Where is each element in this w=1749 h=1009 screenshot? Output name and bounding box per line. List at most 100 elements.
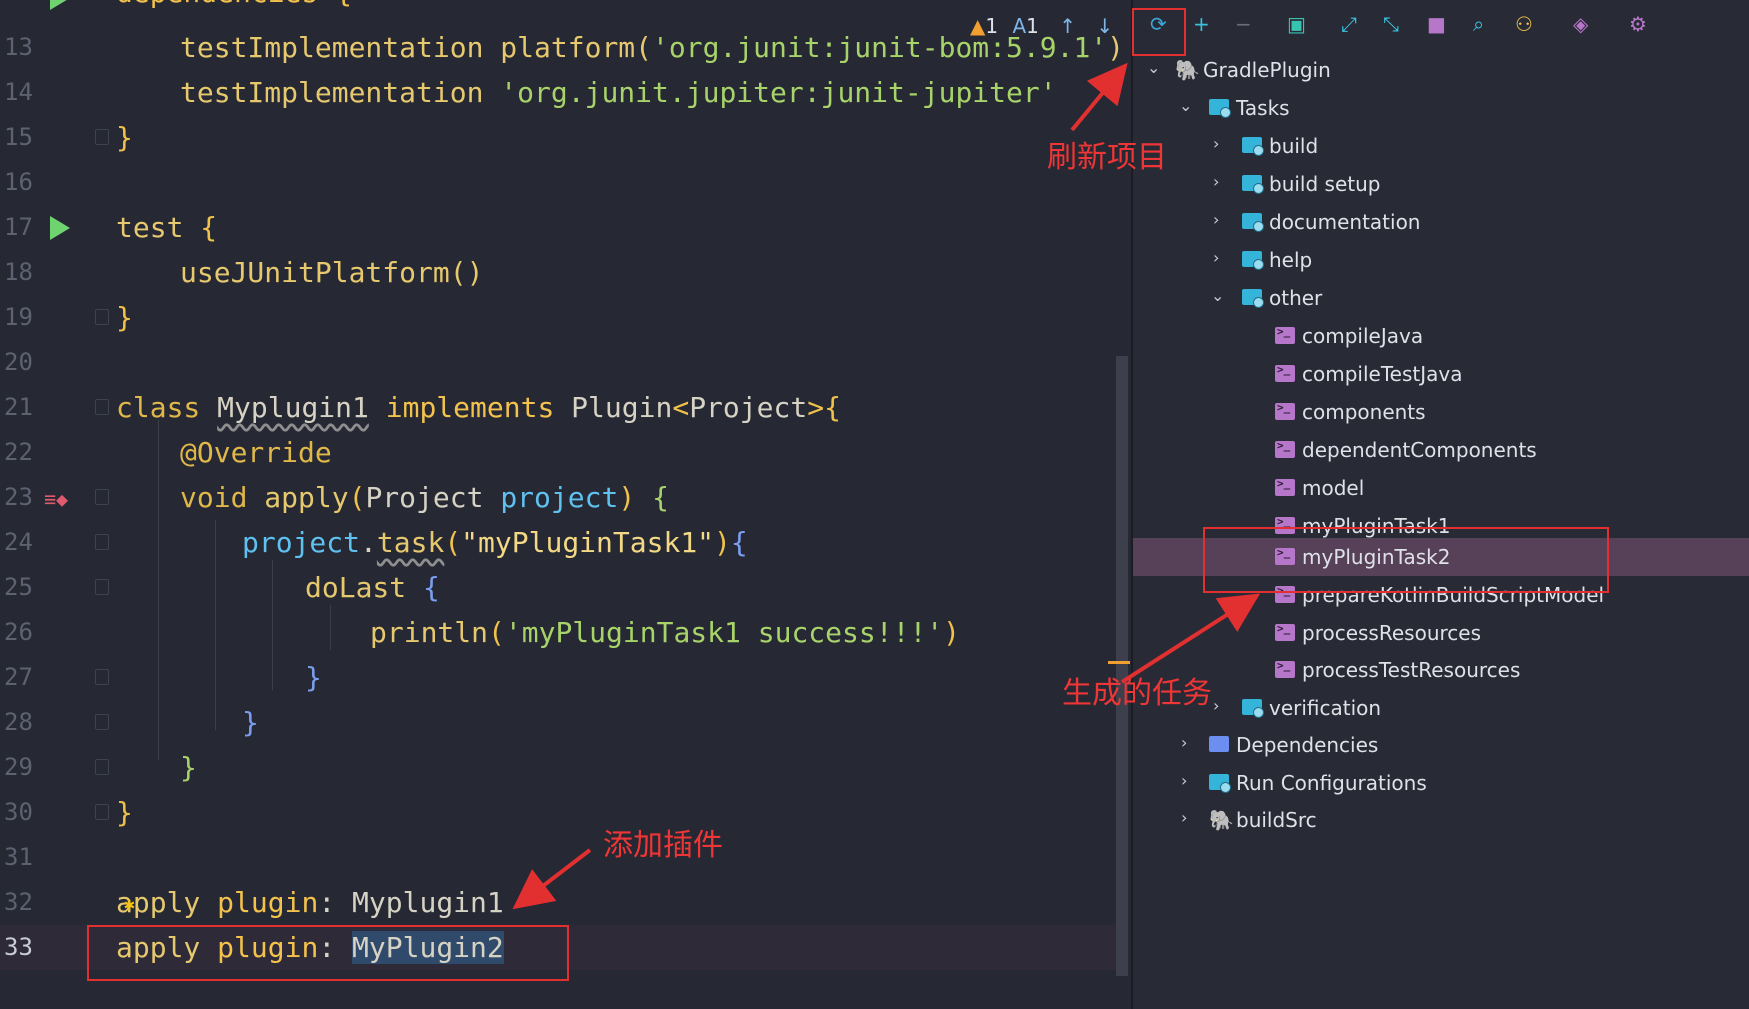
annotation-add-plugin: 添加插件	[603, 828, 723, 863]
execute-task-icon[interactable]: ▣	[1287, 12, 1306, 36]
chevron-down-icon[interactable]: ⌄	[1179, 96, 1192, 115]
task-item[interactable]: processResources	[1133, 615, 1749, 652]
remove-icon[interactable]: −	[1235, 12, 1252, 36]
code-text: doLast {	[305, 571, 440, 604]
code-text: void apply(Project project) {	[180, 481, 669, 514]
chevron-right-icon[interactable]: ›	[1213, 134, 1219, 153]
fold-marker[interactable]	[95, 669, 109, 685]
chevron-right-icon[interactable]: ›	[1213, 210, 1219, 229]
task-item[interactable]: compileTestJava	[1133, 356, 1749, 393]
add-icon[interactable]: +	[1193, 12, 1210, 36]
highlight-task-box	[1203, 527, 1609, 593]
code-text: }	[116, 301, 133, 334]
code-line[interactable]: 24 project.task("myPluginTask1"){	[0, 520, 1118, 565]
fold-marker[interactable]	[95, 309, 109, 325]
code-line[interactable]: 32 apply plugin: Myplugin1 ✱	[0, 880, 1118, 925]
code-line-12[interactable]: dependencies {	[0, 0, 1118, 15]
chevron-right-icon[interactable]: ›	[1213, 172, 1219, 191]
run-gutter-icon[interactable]	[50, 216, 70, 240]
code-line[interactable]: 22 @Override	[0, 430, 1118, 475]
fold-marker[interactable]	[95, 759, 109, 775]
tree-item-tasks[interactable]: ⌄ Tasks	[1133, 90, 1749, 127]
run-gutter-icon[interactable]	[50, 0, 70, 10]
code-line[interactable]: 31	[0, 835, 1118, 880]
code-text: }	[116, 121, 133, 154]
code-line[interactable]: 18 useJUnitPlatform()	[0, 250, 1118, 295]
implements-method-icon[interactable]: ≡◆	[44, 487, 68, 511]
fold-marker[interactable]	[95, 534, 109, 550]
task-icon	[1275, 659, 1295, 678]
editor-scrollbar[interactable]	[1116, 356, 1128, 976]
code-line[interactable]: 25 doLast {	[0, 565, 1118, 610]
code-line[interactable]: 23 ≡◆ void apply(Project project) {	[0, 475, 1118, 520]
tree-label: compileJava	[1302, 324, 1424, 348]
fold-marker[interactable]	[95, 129, 109, 145]
tree-item-buildsrc[interactable]: › 🐘 buildSrc	[1133, 802, 1749, 839]
arrow-down-icon[interactable]: ↓	[1096, 14, 1113, 38]
task-item[interactable]: components	[1133, 394, 1749, 431]
chevron-right-icon[interactable]: ›	[1213, 248, 1219, 267]
fold-marker[interactable]	[95, 399, 109, 415]
code-line[interactable]: 19 }	[0, 295, 1118, 340]
typo-count: 1	[1026, 14, 1039, 38]
tree-item-other[interactable]: ⌄ other	[1133, 280, 1749, 317]
chevron-down-icon[interactable]: ⌄	[1147, 58, 1160, 77]
tree-item-build[interactable]: › build	[1133, 128, 1749, 165]
chevron-right-icon[interactable]: ›	[1181, 771, 1187, 790]
code-line[interactable]: 17 test {	[0, 205, 1118, 250]
fold-marker[interactable]	[95, 714, 109, 730]
settings-icon[interactable]: ⚙	[1629, 12, 1647, 36]
tree-item-dependencies[interactable]: › Dependencies	[1133, 727, 1749, 764]
task-item[interactable]: compileJava	[1133, 318, 1749, 355]
tree-item-build-setup[interactable]: › build setup	[1133, 166, 1749, 203]
arrow-up-icon[interactable]: ↑	[1059, 14, 1076, 38]
chevron-down-icon[interactable]: ⌄	[1211, 286, 1224, 305]
collapse-all-icon[interactable]: ⤡	[1383, 12, 1399, 36]
code-line[interactable]: 16	[0, 160, 1118, 205]
chevron-right-icon[interactable]: ›	[1181, 733, 1187, 752]
code-line[interactable]: 21 class Myplugin1 implements Plugin<Pro…	[0, 385, 1118, 430]
expand-all-icon[interactable]: ⤢	[1341, 12, 1357, 36]
code-line[interactable]: 13 testImplementation platform('org.juni…	[0, 25, 1124, 70]
code-line[interactable]: 27 }	[0, 655, 1118, 700]
annotation-generated-task: 生成的任务	[1062, 676, 1212, 711]
fold-marker[interactable]	[95, 804, 109, 820]
tree-item-verification[interactable]: › verification	[1133, 690, 1749, 727]
task-item[interactable]: processTestResources	[1133, 652, 1749, 689]
code-line[interactable]: 20	[0, 340, 1118, 385]
code-editor[interactable]: dependencies { 13 testImplementation pla…	[0, 0, 1131, 1009]
task-folder-icon	[1242, 213, 1264, 232]
code-line[interactable]: 14 testImplementation 'org.junit.jupiter…	[0, 70, 1118, 115]
code-line[interactable]: 26 println('myPluginTask1 success!!!')	[0, 610, 1118, 655]
task-folder-icon	[1242, 251, 1264, 270]
tree-item-help[interactable]: › help	[1133, 242, 1749, 279]
code-line[interactable]: 28 }	[0, 700, 1118, 745]
code-line[interactable]: 30 }	[0, 790, 1118, 835]
scrollbar-marker[interactable]	[1108, 661, 1130, 664]
tree-item-run-configurations[interactable]: › Run Configurations	[1133, 765, 1749, 802]
tree-label: dependentComponents	[1302, 438, 1537, 462]
lightbulb-icon[interactable]: ✱	[124, 894, 135, 915]
chevron-right-icon[interactable]: ›	[1213, 696, 1219, 715]
analyze-dependencies-icon[interactable]: ⌕	[1473, 12, 1484, 36]
tree-item-documentation[interactable]: › documentation	[1133, 204, 1749, 241]
task-item[interactable]: model	[1133, 470, 1749, 507]
tree-label: help	[1269, 248, 1313, 272]
chevron-right-icon[interactable]: ›	[1181, 808, 1187, 827]
task-folder-icon	[1242, 137, 1264, 156]
offline-folder-icon[interactable]: ■	[1427, 12, 1446, 36]
line-number: 16	[4, 168, 33, 196]
gradle-tool-window: ⟳ + − ▣ ⤢ ⤡ ■ ⌕ ⚇ ◈ ⚙ ⌄ 🐘 GradlePlugin ⌄…	[1133, 0, 1749, 1009]
tree-item-gradleplugin[interactable]: ⌄ 🐘 GradlePlugin	[1133, 52, 1749, 89]
fold-marker[interactable]	[95, 579, 109, 595]
task-item[interactable]: dependentComponents	[1133, 432, 1749, 469]
inspection-widget[interactable]: ▲1 A1 ↑ ↓	[970, 14, 1113, 38]
toggle-offline-icon[interactable]: ◈	[1573, 12, 1588, 36]
tree-label: GradlePlugin	[1203, 58, 1331, 82]
tree-label: Run Configurations	[1236, 771, 1427, 795]
fold-marker[interactable]	[95, 489, 109, 505]
line-number: 18	[4, 258, 33, 286]
show-dependencies-icon[interactable]: ⚇	[1515, 12, 1533, 36]
code-line[interactable]: 29 }	[0, 745, 1118, 790]
code-line[interactable]: 15 }	[0, 115, 1118, 160]
